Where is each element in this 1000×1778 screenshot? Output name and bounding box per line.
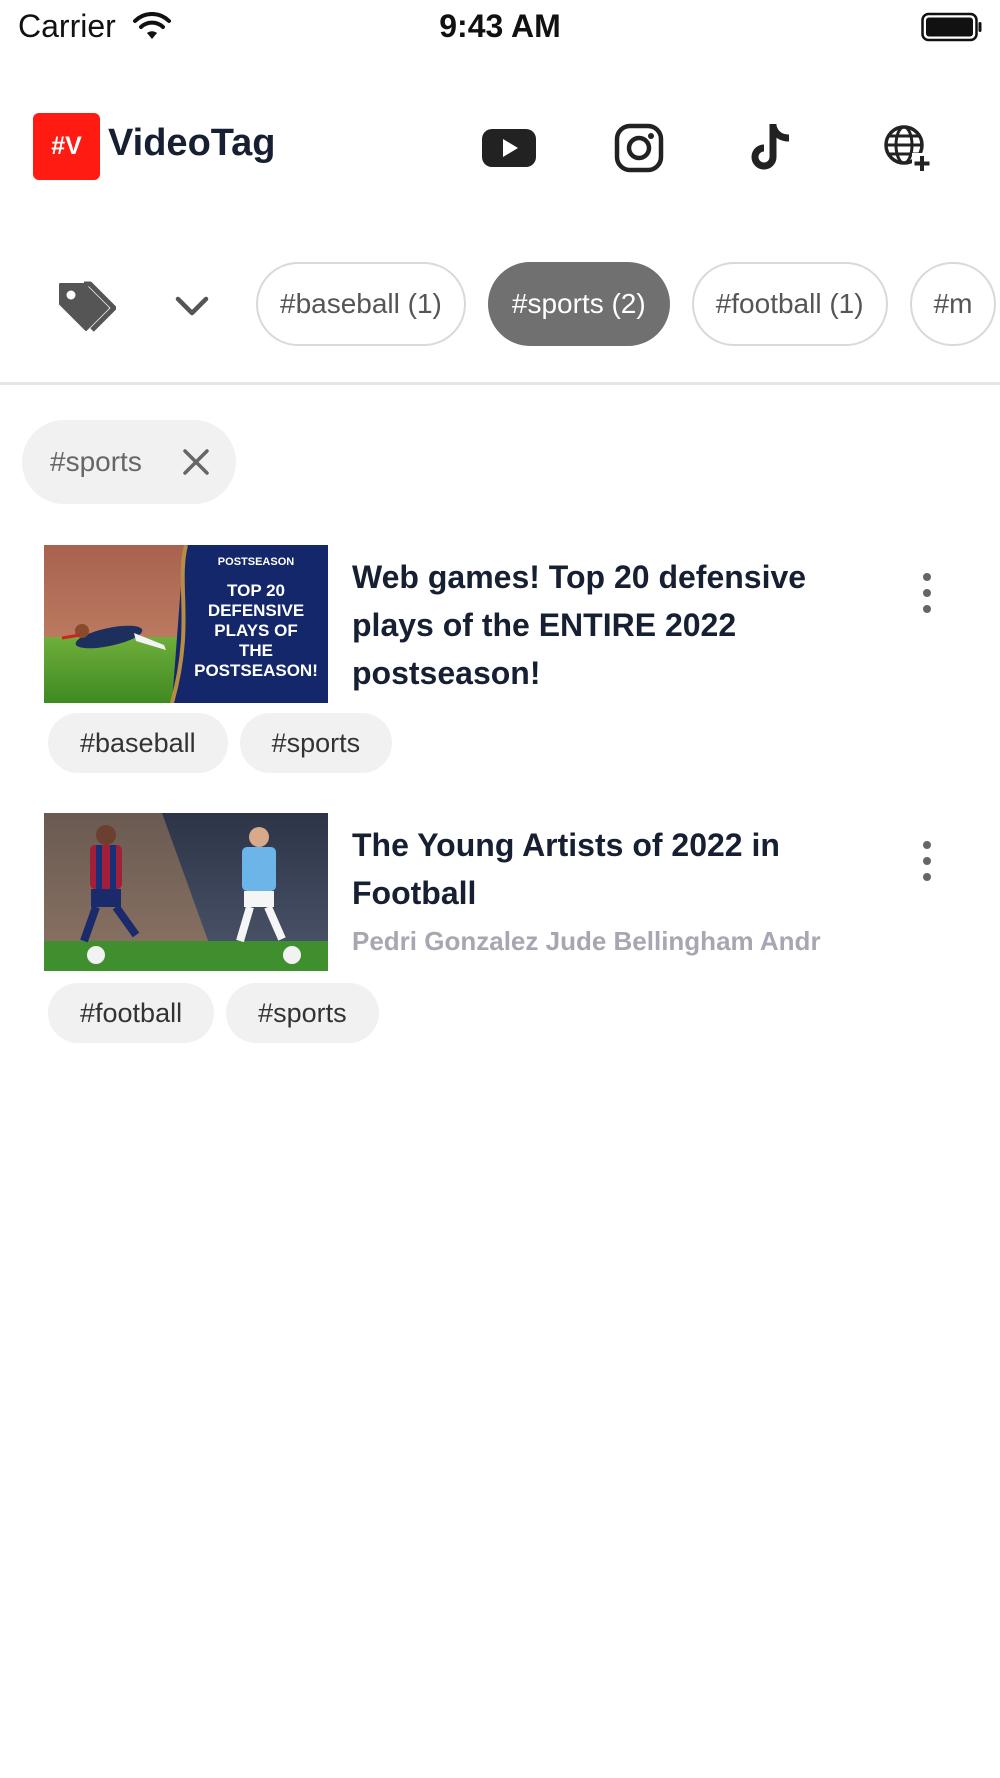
status-bar: Carrier 9:43 AM <box>0 0 1000 56</box>
app-title: VideoTag <box>108 122 276 164</box>
instagram-icon[interactable] <box>609 118 669 178</box>
tag-chip-baseball[interactable]: #baseball (1) <box>256 262 466 346</box>
close-icon[interactable] <box>180 446 212 478</box>
tag-chip-list: #baseball (1) #sports (2) #football (1) … <box>256 262 997 346</box>
active-filter-chip: #sports <box>22 420 236 504</box>
app-header: #V VideoTag <box>0 100 1000 190</box>
video-thumbnail[interactable]: POSTSEASON TOP 20 DEFENSIVE PLAYS OF THE… <box>44 545 328 703</box>
video-title[interactable]: Web games! Top 20 defensive plays of the… <box>352 553 852 697</box>
thumbnail-badge: POSTSEASON <box>218 556 294 568</box>
video-tag-chip[interactable]: #sports <box>239 713 393 773</box>
tag-chip-football[interactable]: #football (1) <box>691 262 888 346</box>
more-options-icon[interactable] <box>912 569 942 617</box>
tags-icon[interactable] <box>56 280 116 332</box>
thumbnail-line: THE <box>239 641 273 660</box>
video-tag-chip[interactable]: #football <box>48 983 215 1043</box>
status-time: 9:43 AM <box>439 8 561 44</box>
web-add-icon[interactable] <box>877 118 937 178</box>
video-tag-chip[interactable]: #baseball <box>48 713 228 773</box>
chevron-down-icon[interactable] <box>172 288 212 324</box>
thumbnail-line: PLAYS OF <box>214 621 297 640</box>
youtube-icon[interactable] <box>479 118 539 178</box>
video-tag-list: #baseball #sports <box>48 713 393 773</box>
video-thumbnail[interactable] <box>44 813 328 971</box>
tag-chip-partial[interactable]: #m <box>909 262 997 346</box>
video-title[interactable]: The Young Artists of 2022 in Football <box>352 821 852 917</box>
app-screen: Carrier 9:43 AM #V VideoTag #baseball (1… <box>0 0 1000 1778</box>
tiktok-icon[interactable] <box>741 118 801 178</box>
video-card[interactable]: The Young Artists of 2022 in Football Pe… <box>0 813 1000 1053</box>
divider <box>0 382 1000 385</box>
video-tag-chip[interactable]: #sports <box>226 983 379 1043</box>
video-tag-list: #football #sports <box>48 983 379 1043</box>
video-subtitle: Pedri Gonzalez Jude Bellingham Andr <box>352 926 821 956</box>
more-options-icon[interactable] <box>912 837 942 885</box>
video-card[interactable]: POSTSEASON TOP 20 DEFENSIVE PLAYS OF THE… <box>0 545 1000 785</box>
thumbnail-line: DEFENSIVE <box>208 601 304 620</box>
app-logo: #V <box>33 113 100 180</box>
thumbnail-line: TOP 20 <box>227 581 285 600</box>
tag-chip-sports[interactable]: #sports (2) <box>487 262 670 346</box>
tag-filter-bar: #baseball (1) #sports (2) #football (1) … <box>0 262 1000 352</box>
battery-icon <box>921 12 982 42</box>
active-filter-label: #sports <box>50 446 142 477</box>
thumbnail-line: POSTSEASON! <box>194 661 318 680</box>
